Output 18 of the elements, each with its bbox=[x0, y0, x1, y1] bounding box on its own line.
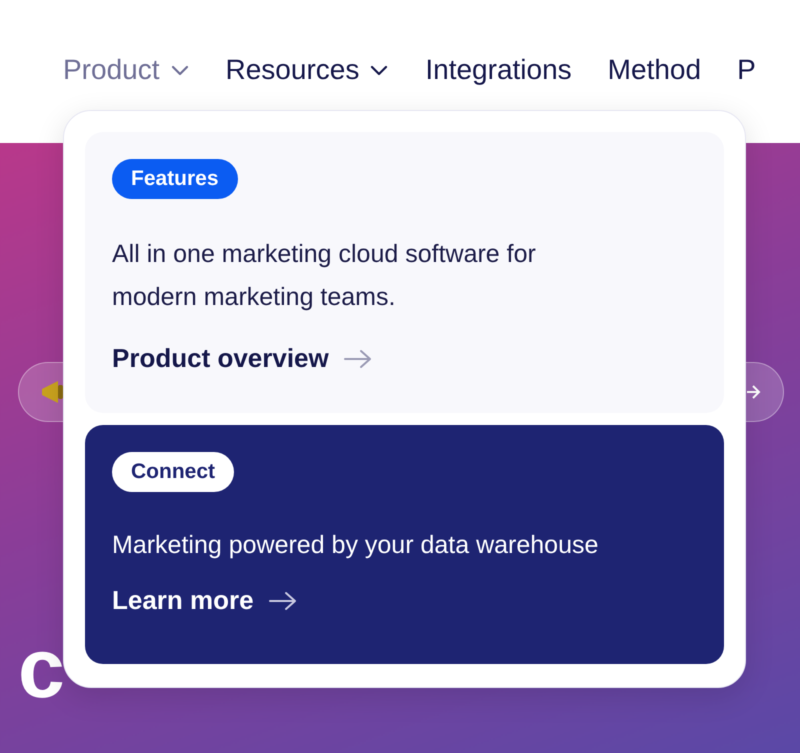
hero-heading: c bbox=[18, 626, 65, 710]
category-badge: Connect bbox=[112, 452, 234, 492]
nav-link[interactable]: Integrations bbox=[425, 52, 572, 88]
arrow-right-icon bbox=[268, 590, 298, 610]
chevron-down-icon bbox=[369, 65, 390, 77]
nav-link[interactable]: P bbox=[737, 52, 756, 88]
menu-card[interactable]: Connect Marketing powered by your data warehouse Learn more bbox=[85, 425, 724, 664]
category-badge: Features bbox=[112, 159, 238, 199]
nav-link[interactable]: Method bbox=[608, 52, 702, 88]
menu-card[interactable]: Features All in one marketing cloud software for modern marketing teams. Product overview bbox=[85, 132, 724, 413]
arrow-right-icon bbox=[342, 348, 373, 368]
nav-link[interactable]: Resources bbox=[226, 52, 390, 88]
card-link[interactable]: Learn more bbox=[112, 581, 298, 620]
nav-link[interactable]: Product bbox=[63, 52, 190, 88]
card-description: All in one marketing cloud software for modern marketing teams. bbox=[112, 239, 537, 313]
card-description: Marketing powered by your data warehouse bbox=[112, 530, 598, 561]
card-link[interactable]: Product overview bbox=[112, 339, 373, 378]
chevron-down-icon bbox=[170, 65, 190, 77]
